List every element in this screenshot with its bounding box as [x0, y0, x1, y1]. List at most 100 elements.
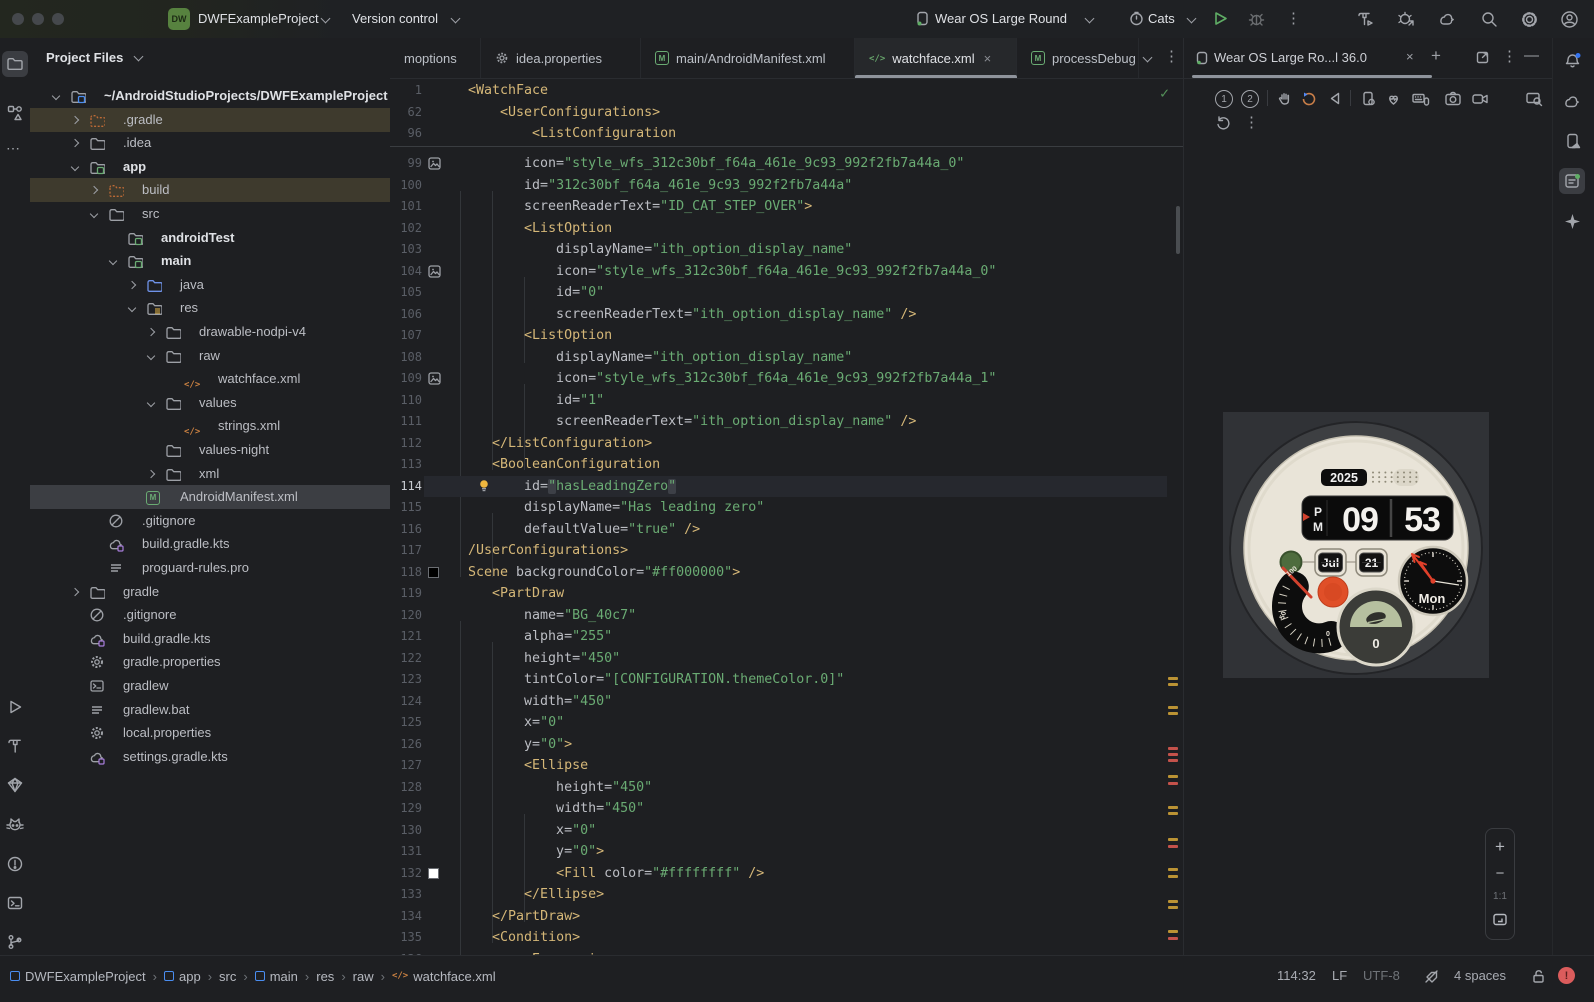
warning-stripe-mark[interactable] — [1168, 677, 1178, 680]
settings-gear-icon[interactable] — [1520, 10, 1539, 29]
breadcrumb-item-watchface.xml[interactable]: </> watchface.xml — [392, 968, 496, 984]
chevron-collapsed-icon[interactable] — [70, 138, 80, 148]
tree-row-gradlew[interactable]: gradlew — [30, 674, 390, 698]
tree-row-AndroidManifest.xml[interactable]: M AndroidManifest.xml — [30, 485, 390, 510]
warning-stripe-mark[interactable] — [1168, 838, 1178, 841]
screenshot-camera-icon[interactable] — [1444, 90, 1462, 108]
code-line-99[interactable]: icon="style_wfs_312c30bf_f64a_461e_9c93_… — [468, 153, 964, 175]
add-device-tab-button[interactable]: + — [1431, 46, 1441, 66]
profiler-bug-icon[interactable] — [1397, 10, 1416, 29]
warning-stripe-mark[interactable] — [1168, 930, 1178, 933]
terminal-tool-icon[interactable] — [6, 894, 24, 912]
tab-options-kebab[interactable]: ⋮ — [1164, 47, 1179, 65]
warning-stripe-mark[interactable] — [1168, 812, 1178, 815]
chevron-collapsed-icon[interactable] — [70, 115, 80, 124]
logcat-cat-icon[interactable] — [6, 816, 24, 834]
sticky-code-line[interactable]: <ListConfiguration — [468, 123, 676, 145]
chevron-collapsed-icon[interactable] — [70, 587, 80, 596]
notifications-bell-icon[interactable] — [1563, 52, 1581, 70]
breadcrumb-item-app[interactable]: app — [163, 969, 201, 984]
code-line-131[interactable]: y="0"> — [468, 841, 604, 863]
chevron-collapsed-icon[interactable] — [146, 469, 156, 478]
app-quality-insights-icon[interactable] — [6, 776, 24, 794]
build-hammer-icon[interactable] — [1356, 10, 1375, 29]
tree-row-raw[interactable]: raw — [30, 344, 390, 368]
tab-watchface.xml[interactable]: </> watchface.xml × — [855, 38, 1017, 78]
health-heart-icon[interactable] — [1385, 90, 1403, 108]
code-line-128[interactable]: height="450" — [468, 777, 652, 799]
palm-hand-icon[interactable] — [1276, 90, 1294, 108]
inspections-tag-icon[interactable] — [1423, 968, 1440, 988]
code-line-114[interactable]: id="hasLeadingZero" — [468, 476, 677, 498]
code-line-120[interactable]: name="BG_40c7" — [468, 605, 636, 627]
more-tool-windows[interactable]: ⋯ — [6, 140, 24, 158]
project-selector[interactable]: DWFExampleProject — [198, 0, 319, 38]
error-stripe-mark[interactable] — [1168, 937, 1178, 940]
caret-position[interactable]: 114:32 — [1277, 966, 1316, 986]
code-line-106[interactable]: screenReaderText="ith_option_display_nam… — [468, 304, 916, 326]
device-settings-icon[interactable] — [1360, 90, 1378, 108]
tree-row-main[interactable]: main — [30, 249, 390, 273]
tab-idea.properties[interactable]: idea.properties — [481, 38, 641, 78]
color-swatch-gutter-icon[interactable] — [428, 868, 439, 879]
code-line-109[interactable]: icon="style_wfs_312c30bf_f64a_461e_9c93_… — [468, 368, 996, 390]
tree-row-build.gradle.kts[interactable]: build.gradle.kts — [30, 627, 390, 651]
window-close-button[interactable] — [12, 13, 24, 25]
zoom-in-button[interactable]: + — [1486, 837, 1514, 857]
gradle-elephant-icon[interactable] — [1563, 92, 1581, 110]
git-branch-icon[interactable] — [6, 933, 24, 951]
gradle-sync-icon[interactable] — [1438, 10, 1457, 29]
code-line-119[interactable]: <PartDraw — [468, 583, 564, 605]
inspections-ok-checkmark[interactable]: ✓ — [1160, 84, 1169, 102]
tree-row-xml[interactable]: xml — [30, 462, 390, 486]
chevron-expanded-icon[interactable] — [108, 256, 118, 266]
error-stripe-mark[interactable] — [1168, 747, 1178, 750]
tree-row-app[interactable]: app — [30, 155, 390, 179]
gemini-sparkle-icon[interactable] — [1563, 212, 1581, 230]
chevron-expanded-icon[interactable] — [89, 209, 99, 219]
code-line-122[interactable]: height="450" — [468, 648, 620, 670]
error-stripe-mark[interactable] — [1168, 845, 1178, 848]
tree-row-drawable-nodpi-v4[interactable]: drawable-nodpi-v4 — [30, 320, 390, 344]
tree-row-.idea[interactable]: .idea — [30, 131, 390, 155]
breadcrumb-item-DWFExampleProject[interactable]: DWFExampleProject — [10, 969, 146, 984]
file-encoding[interactable]: UTF-8 — [1363, 966, 1400, 986]
chevron-collapsed-icon[interactable] — [89, 186, 99, 195]
tree-row-strings.xml[interactable]: </> strings.xml — [30, 414, 390, 438]
rotate-device-icon[interactable] — [1300, 90, 1318, 108]
device-screen[interactable]: 2025 P M 09 53 Jul 21 Mon 100 50 0 0 — [1223, 412, 1489, 678]
image-resource-gutter-icon[interactable] — [428, 372, 441, 385]
error-stripe-mark[interactable] — [1168, 759, 1178, 762]
account-avatar-icon[interactable] — [1560, 10, 1579, 29]
button-2-icon[interactable]: 2 — [1241, 90, 1259, 108]
tree-row-gradle.properties[interactable]: gradle.properties — [30, 650, 390, 674]
warning-stripe-mark[interactable] — [1168, 906, 1178, 909]
warning-stripe-mark[interactable] — [1168, 900, 1178, 903]
code-line-118[interactable]: Scene backgroundColor="#ff000000"> — [468, 562, 740, 584]
breadcrumb-item-res[interactable]: res — [316, 969, 334, 984]
code-line-125[interactable]: x="0" — [468, 712, 564, 734]
code-line-132[interactable]: <Fill color="#ffffffff" /> — [468, 863, 764, 885]
line-separator[interactable]: LF — [1332, 966, 1347, 986]
code-line-103[interactable]: displayName="ith_option_display_name" — [468, 239, 852, 261]
window-minimize-button[interactable] — [32, 13, 44, 25]
device-selector[interactable]: Wear OS Large Round — [935, 0, 1067, 38]
tree-row-src[interactable]: src — [30, 202, 390, 226]
editor-scrollbar-thumb[interactable] — [1176, 206, 1180, 254]
code-line-135[interactable]: <Condition> — [468, 927, 580, 949]
tree-row-.gitignore[interactable]: .gitignore — [30, 603, 390, 627]
tree-row-watchface.xml[interactable]: </> watchface.xml — [30, 367, 390, 391]
code-line-115[interactable]: displayName="Has leading zero" — [468, 497, 764, 519]
tree-row-androidTest[interactable]: androidTest — [30, 226, 390, 250]
structure-tool-icon[interactable] — [6, 104, 24, 122]
run-config-selector[interactable]: Cats — [1148, 0, 1175, 38]
toolbar-kebab[interactable]: ⋮ — [1244, 113, 1262, 131]
search-icon[interactable] — [1480, 10, 1499, 29]
reset-icon[interactable] — [1215, 115, 1233, 133]
chevron-expanded-icon[interactable] — [146, 351, 156, 360]
tree-row-gradlew.bat[interactable]: gradlew.bat — [30, 698, 390, 722]
device-tab-label[interactable]: Wear OS Large Ro...l 36.0 — [1214, 38, 1367, 78]
tree-row-.gradle[interactable]: .gradle — [30, 107, 390, 132]
error-stripe-mark[interactable] — [1168, 753, 1178, 756]
chevron-expanded-icon[interactable] — [51, 91, 61, 101]
